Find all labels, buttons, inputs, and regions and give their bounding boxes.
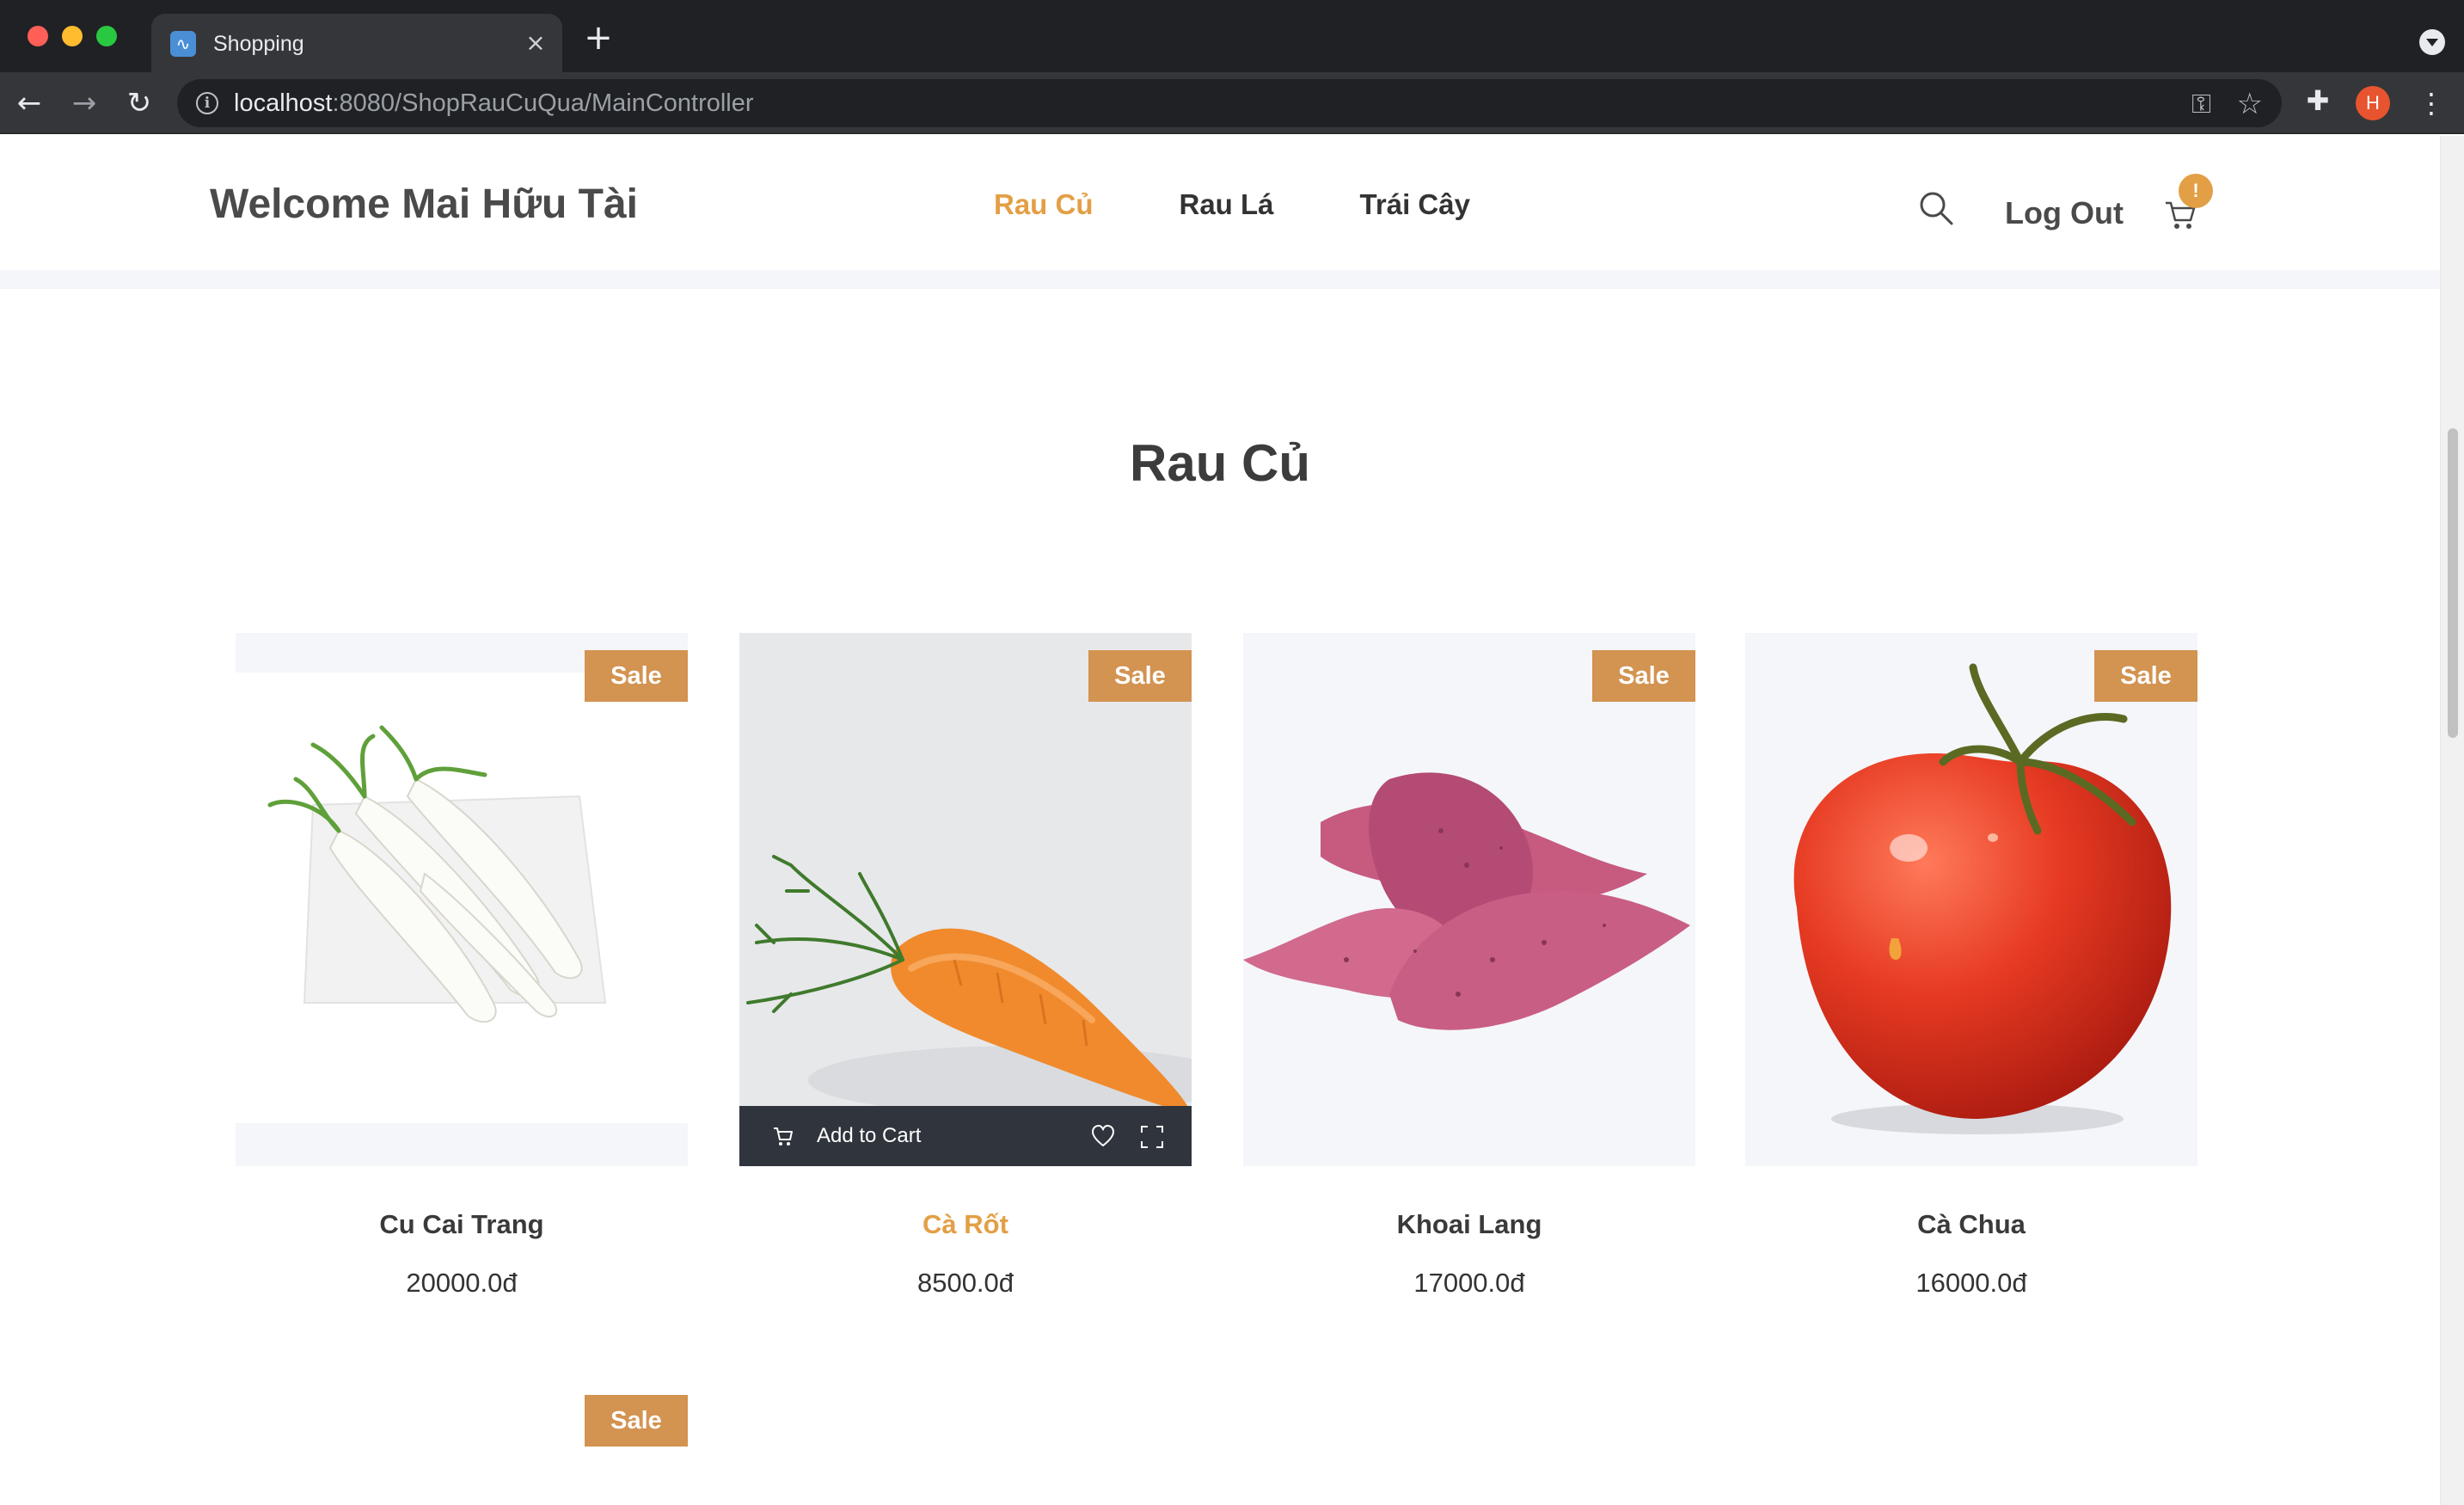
- reload-icon[interactable]: ↻: [120, 84, 158, 122]
- minimize-window-button[interactable]: [62, 26, 83, 46]
- product-name[interactable]: Cà Chua: [1745, 1207, 2197, 1242]
- browser-menu-icon[interactable]: ⋮: [2418, 84, 2445, 122]
- product-price: 8500.0đ: [916, 1268, 1014, 1298]
- menu-item-trai-cay[interactable]: Trái Cây: [1360, 187, 1470, 222]
- sale-badge: Sale: [585, 650, 688, 702]
- carrot-image: [746, 855, 1192, 1115]
- favicon-icon: ∿: [170, 31, 196, 57]
- expand-icon[interactable]: [1140, 1125, 1164, 1149]
- search-icon[interactable]: [1917, 189, 1955, 227]
- product-price: 17000.0đ: [1413, 1268, 1525, 1298]
- back-arrow-icon[interactable]: ←: [10, 84, 48, 122]
- new-tab-button[interactable]: +: [581, 21, 616, 55]
- product-image[interactable]: Sale: [236, 633, 688, 1166]
- tab-search-icon[interactable]: [2419, 29, 2445, 55]
- product-image[interactable]: Sale: [1745, 633, 2197, 1166]
- welcome-text: Welcome Mai Hữu Tài: [210, 181, 638, 227]
- scrollbar-thumb[interactable]: [2448, 428, 2458, 738]
- add-to-cart-button[interactable]: Add to Cart: [817, 1123, 921, 1149]
- browser-tab-bar: ∿ Shopping × +: [0, 0, 2464, 72]
- tomato-image: [1793, 663, 2172, 1134]
- menu-item-rau-cu[interactable]: Rau Củ: [994, 187, 1094, 222]
- product-name[interactable]: Cà Rốt: [739, 1207, 1192, 1242]
- sale-badge: Sale: [2094, 650, 2197, 702]
- close-tab-icon[interactable]: ×: [521, 28, 550, 58]
- product-image[interactable]: Sale: [1243, 633, 1695, 1166]
- address-bar[interactable]: i localhost:8080/ShopRauCuQua/MainContro…: [177, 79, 2282, 127]
- browser-tab[interactable]: ∿ Shopping ×: [151, 14, 562, 72]
- profile-avatar[interactable]: H: [2356, 86, 2390, 120]
- menu-item-rau-la[interactable]: Rau Lá: [1180, 187, 1274, 222]
- heart-icon[interactable]: [1090, 1123, 1116, 1149]
- product-price: 20000.0đ: [406, 1268, 518, 1298]
- cart-icon: [772, 1125, 794, 1147]
- product-price: 16000.0đ: [1915, 1268, 2027, 1298]
- site-header: Welcome Mai Hữu Tài Rau Củ Rau Lá Trái C…: [0, 136, 2440, 270]
- cart-count-badge: !: [2179, 174, 2213, 208]
- product-card[interactable]: Sale Cà Chua 16000.0đ: [1745, 633, 2197, 1300]
- bookmark-star-icon[interactable]: ☆: [2237, 87, 2263, 121]
- forward-arrow-icon[interactable]: →: [65, 84, 103, 122]
- maximize-window-button[interactable]: [96, 26, 117, 46]
- site-info-icon[interactable]: i: [196, 92, 218, 114]
- page-viewport: Welcome Mai Hữu Tài Rau Củ Rau Lá Trái C…: [0, 136, 2464, 1505]
- product-card[interactable]: Sale: [236, 1395, 688, 1505]
- add-to-cart-bar[interactable]: Add to Cart: [739, 1106, 1192, 1166]
- url-text[interactable]: localhost:8080/ShopRauCuQua/MainControll…: [234, 90, 754, 116]
- logout-link[interactable]: Log Out: [2005, 194, 2124, 232]
- section-title: Rau Củ: [1130, 434, 1310, 492]
- product-name[interactable]: Cu Cai Trang: [236, 1207, 688, 1242]
- page-scrollbar[interactable]: [2440, 136, 2464, 1505]
- sale-badge: Sale: [585, 1395, 688, 1447]
- tab-title: Shopping: [213, 32, 304, 56]
- sweet-potato-image: [1243, 772, 1690, 1030]
- header-divider: [0, 270, 2440, 289]
- product-card[interactable]: Sale Khoai Lang 17000.0đ: [1243, 633, 1695, 1300]
- product-card[interactable]: Sale Cu Cai Trang 20000.0đ: [236, 633, 688, 1300]
- main-menu: Rau Củ Rau Lá Trái Cây: [994, 187, 1470, 222]
- white-radish-image: [267, 725, 607, 1023]
- extensions-puzzle-icon[interactable]: ✚: [2302, 84, 2333, 119]
- close-window-button[interactable]: [28, 26, 48, 46]
- product-name[interactable]: Khoai Lang: [1243, 1207, 1695, 1242]
- product-image[interactable]: Sale Add to Cart: [739, 633, 1192, 1166]
- product-card[interactable]: Sale Add to Cart Cà Rốt 8500.0đ: [739, 633, 1192, 1300]
- browser-toolbar: ← → ↻ i localhost:8080/ShopRauCuQua/Main…: [0, 72, 2464, 134]
- sale-badge: Sale: [1592, 650, 1695, 702]
- sale-badge: Sale: [1088, 650, 1192, 702]
- key-icon[interactable]: ⚿: [2191, 89, 2211, 120]
